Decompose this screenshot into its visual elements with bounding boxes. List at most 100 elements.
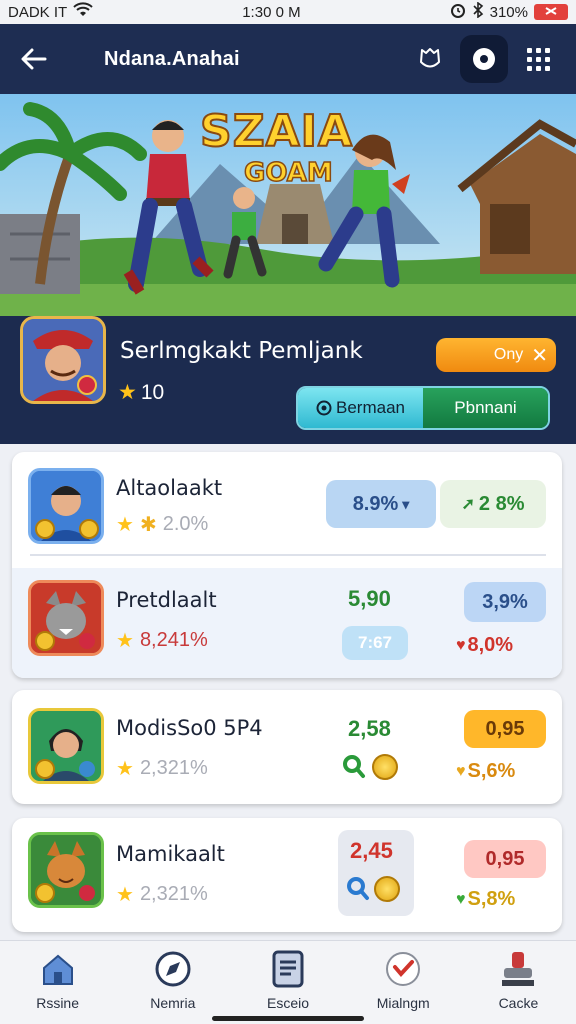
record-button[interactable]	[460, 35, 508, 83]
nav-item-favorites[interactable]: Mialngm	[346, 941, 461, 1024]
only-button[interactable]: Ony ✕	[436, 338, 556, 372]
bottom-nav: Rssine Nemria Esceio Mialngm Cacke	[0, 940, 576, 1024]
profile-avatar[interactable]	[20, 316, 106, 404]
player-avatar[interactable]	[28, 832, 104, 908]
table-row[interactable]: Pretdlaalt ★ 8,241% 5,90 7:67 3,9% ♥ 8,0…	[12, 568, 562, 678]
search-icon	[343, 755, 365, 778]
bluetooth-icon	[472, 1, 484, 22]
nav-item-stamp[interactable]: Cacke	[461, 941, 576, 1024]
list-card-group: Altaolaakt ★ ✱ 2.0% 8.9% ▾ ➚ 2 8% Pretdl…	[12, 452, 562, 678]
player-avatar[interactable]	[28, 708, 104, 784]
shield-button[interactable]	[406, 35, 454, 83]
page-title: Ndana.Anahai	[104, 47, 240, 70]
tab-bermaan-label: Bermaan	[336, 398, 405, 417]
trend-box[interactable]: ➚ 2 8%	[440, 480, 546, 528]
player-stat: ★ 2,321%	[116, 882, 208, 907]
odds-box-value: 0,95	[485, 717, 525, 740]
reward-panel[interactable]: 2,45	[338, 830, 414, 916]
odds-box[interactable]: 0,95	[464, 710, 546, 748]
player-stat: ★ 2,321%	[116, 756, 208, 781]
heart-icon	[383, 949, 423, 989]
sparkle-icon: ✱	[139, 514, 157, 536]
tab-bermaan[interactable]: Bermaan	[298, 388, 423, 428]
play-circle-icon	[316, 400, 332, 416]
odds-box-value: 8.9%	[352, 492, 399, 515]
player-name: Pretdlaalt	[116, 588, 217, 612]
profile-star-count: 10	[140, 380, 165, 404]
nav-item-explore[interactable]: Nemria	[115, 941, 230, 1024]
battery-level: 310%	[489, 3, 528, 21]
compass-icon	[153, 949, 193, 989]
odds-box-value: 3,9%	[482, 590, 528, 613]
odds-box[interactable]: 3,9%	[464, 582, 546, 622]
reward-icons	[342, 754, 398, 780]
tab-pbnnani[interactable]: Pbnnani	[423, 388, 548, 428]
player-stat-value: 2,321%	[139, 883, 208, 905]
coin-icon	[372, 754, 398, 780]
profile-name: Serlmgkakt Pemljank	[120, 338, 363, 364]
home-icon	[38, 949, 78, 989]
shield-icon	[420, 48, 440, 68]
nav-item-home[interactable]: Rssine	[0, 941, 115, 1024]
trend-value: S,8%	[467, 888, 516, 910]
chevron-down-icon: ▾	[402, 495, 410, 512]
status-bar: DADK IT 1:30 0 M 310%	[0, 0, 576, 24]
star-icon: ★	[116, 630, 134, 652]
alarm-icon	[450, 2, 466, 22]
odds-box-value: 0,95	[485, 847, 525, 870]
profile-stars: ★ 10	[118, 380, 164, 405]
arrow-left-icon	[21, 48, 47, 70]
time-chip[interactable]: 7:67	[342, 626, 408, 660]
player-name: Mamikaalt	[116, 842, 225, 866]
banner-subtitle: GOAM	[243, 157, 333, 189]
star-icon: ★	[118, 381, 137, 404]
game-banner[interactable]: SZAIA GOAM	[0, 94, 576, 316]
divider	[30, 554, 546, 556]
avatar-portrait-icon	[23, 319, 103, 401]
avatar-portrait-icon	[31, 711, 101, 781]
table-row[interactable]: Mamikaalt ★ 2,321% 2,45 0,95 ♥ S,8%	[12, 818, 562, 932]
banner-title: SZAIA	[199, 105, 354, 158]
table-row[interactable]: ModisSo0 5P4 ★ 2,321% 2,58 0,95 ♥ S,6%	[12, 690, 562, 804]
app-header: Ndana.Anahai	[0, 24, 576, 94]
trend-box-value: 2 8%	[478, 492, 525, 515]
odds-box[interactable]: 0,95	[464, 840, 546, 878]
nav-label: Nemria	[150, 995, 196, 1011]
menu-button[interactable]	[514, 35, 562, 83]
fox-avatar-icon	[31, 835, 101, 905]
player-stat-value: 2.0%	[162, 513, 209, 535]
player-avatar[interactable]	[28, 580, 104, 656]
nav-label: Cacke	[498, 995, 539, 1011]
trend-line: ♥ 8,0%	[456, 634, 513, 657]
nav-label: Mialngm	[376, 995, 430, 1011]
avatar-portrait-icon	[31, 471, 101, 541]
only-button-label: Ony	[493, 346, 524, 363]
nav-item-news[interactable]: Esceio	[230, 941, 345, 1024]
odds-box[interactable]: 8.9% ▾	[326, 480, 436, 528]
star-icon: ★	[116, 884, 134, 906]
trend-line: ♥ S,6%	[456, 760, 515, 783]
arrow-up-icon: ➚	[461, 496, 475, 513]
nav-label: Esceio	[266, 995, 310, 1011]
close-icon: ✕	[531, 344, 548, 367]
carrier-label: DADK IT	[8, 3, 68, 21]
tablet-icon	[268, 949, 308, 989]
score-value: 2,45	[350, 838, 393, 863]
record-icon	[473, 48, 495, 70]
player-name: ModisSo0 5P4	[116, 716, 263, 740]
trend-line: ♥ S,8%	[456, 888, 515, 911]
heart-icon: ♥	[456, 762, 466, 780]
player-avatar[interactable]	[28, 468, 104, 544]
wolf-avatar-icon	[31, 583, 101, 653]
time-chip-value: 7:67	[357, 633, 393, 652]
search-icon	[347, 877, 369, 900]
player-name: Altaolaakt	[116, 476, 223, 500]
score-value: 2,58	[348, 716, 391, 741]
trend-value: 8,0%	[467, 634, 514, 656]
player-list: Altaolaakt ★ ✱ 2.0% 8.9% ▾ ➚ 2 8% Pretdl…	[0, 444, 576, 940]
player-stat: ★ ✱ 2.0%	[116, 512, 208, 537]
back-button[interactable]	[14, 39, 54, 79]
star-icon: ★	[116, 758, 134, 780]
heart-icon: ♥	[456, 636, 466, 654]
trend-value: S,6%	[467, 760, 516, 782]
